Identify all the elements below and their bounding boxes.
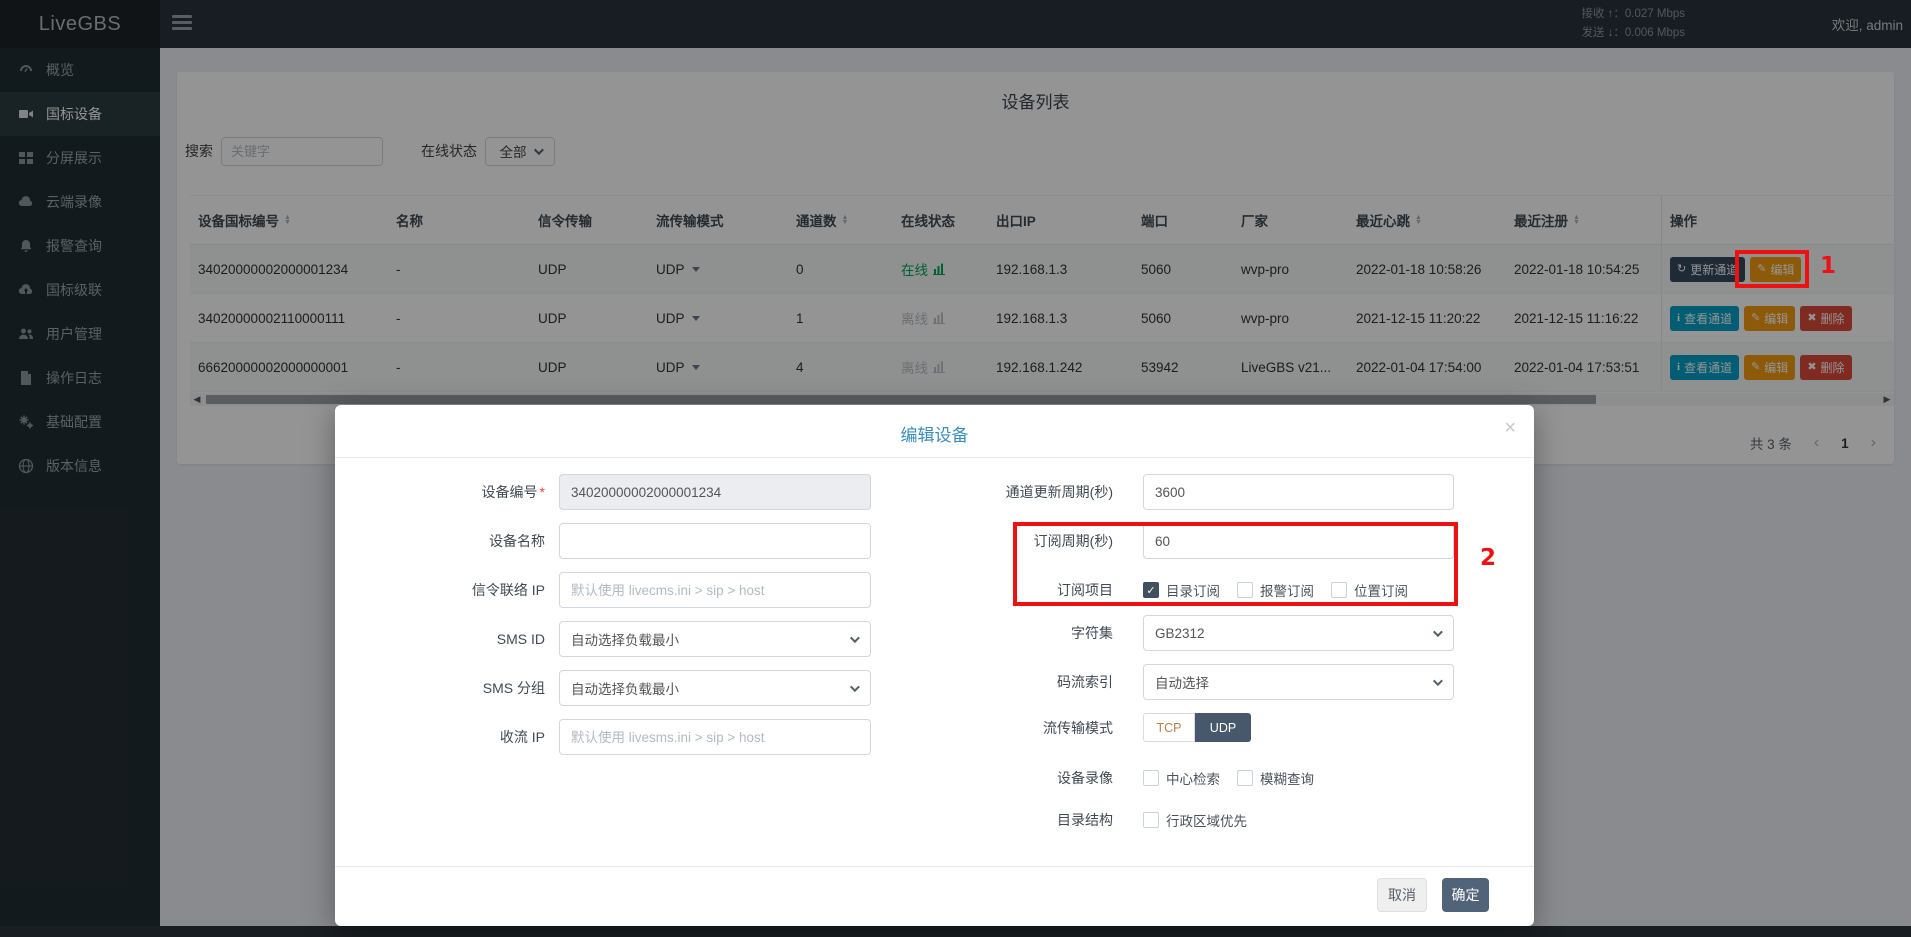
checkbox-icon [1237, 770, 1253, 786]
field-dir-structure: 目录结构 行政区域优先 [913, 808, 1513, 832]
modal-footer: 取消 确定 [335, 866, 1534, 926]
field-charset: 字符集 GB2312 [913, 615, 1513, 651]
modal-header: 编辑设备 × [335, 405, 1534, 458]
cancel-button[interactable]: 取消 [1377, 878, 1427, 912]
field-signal-ip: 信令联络 IP [359, 572, 883, 608]
sms-id-select[interactable]: 自动选择负载最小 [559, 621, 871, 657]
field-sms-id: SMS ID 自动选择负载最小 [359, 621, 883, 657]
annotation-number-2: 2 [1480, 545, 1496, 571]
chevron-down-icon [1433, 627, 1443, 637]
sms-group-select[interactable]: 自动选择负载最小 [559, 670, 871, 706]
charset-select[interactable]: GB2312 [1143, 615, 1454, 651]
field-channel-refresh: 通道更新周期(秒) [913, 474, 1513, 510]
stream-mode-toggle: TCP UDP [1143, 713, 1251, 742]
center-search-checkbox[interactable]: 中心检索 [1143, 768, 1220, 788]
chevron-down-icon [850, 682, 860, 692]
checkbox-icon [1143, 812, 1159, 828]
device-id-input [559, 474, 871, 510]
field-sms-group: SMS 分组 自动选择负载最小 [359, 670, 883, 706]
admin-region-priority-checkbox[interactable]: 行政区域优先 [1143, 810, 1247, 830]
field-stream-ip: 收流 IP [359, 719, 883, 755]
channel-refresh-input[interactable] [1143, 474, 1454, 510]
checkbox-icon [1143, 770, 1159, 786]
fuzzy-query-checkbox[interactable]: 模糊查询 [1237, 768, 1314, 788]
field-device-name: 设备名称 [359, 523, 883, 559]
livegbs-app: LiveGBS 接收 ↑：0.027 Mbps 发送 ↓：0.006 Mbps … [0, 0, 1911, 937]
confirm-button[interactable]: 确定 [1442, 878, 1489, 912]
modal-title: 编辑设备 [335, 421, 1534, 446]
field-stream-index: 码流索引 自动选择 [913, 664, 1513, 700]
edit-device-modal: 编辑设备 × 设备编号* 设备名称 信令联络 IP SMS ID 自动选择负载最… [335, 405, 1534, 926]
field-stream-mode: 流传输模式 TCP UDP [913, 713, 1513, 742]
chevron-down-icon [1433, 676, 1443, 686]
required-asterisk: * [540, 484, 545, 500]
field-device-record: 设备录像 中心检索 模糊查询 [913, 766, 1513, 790]
chevron-down-icon [850, 633, 860, 643]
annotation-box-1 [1735, 250, 1809, 288]
field-device-id: 设备编号* [359, 474, 883, 510]
udp-toggle-button[interactable]: UDP [1195, 713, 1251, 742]
tcp-toggle-button[interactable]: TCP [1143, 713, 1195, 742]
stream-index-select[interactable]: 自动选择 [1143, 664, 1454, 700]
stream-ip-input[interactable] [559, 719, 871, 755]
signal-ip-input[interactable] [559, 572, 871, 608]
device-name-input[interactable] [559, 523, 871, 559]
annotation-number-1: 1 [1820, 253, 1836, 279]
close-icon[interactable]: × [1504, 417, 1516, 440]
annotation-box-2 [1013, 522, 1458, 606]
